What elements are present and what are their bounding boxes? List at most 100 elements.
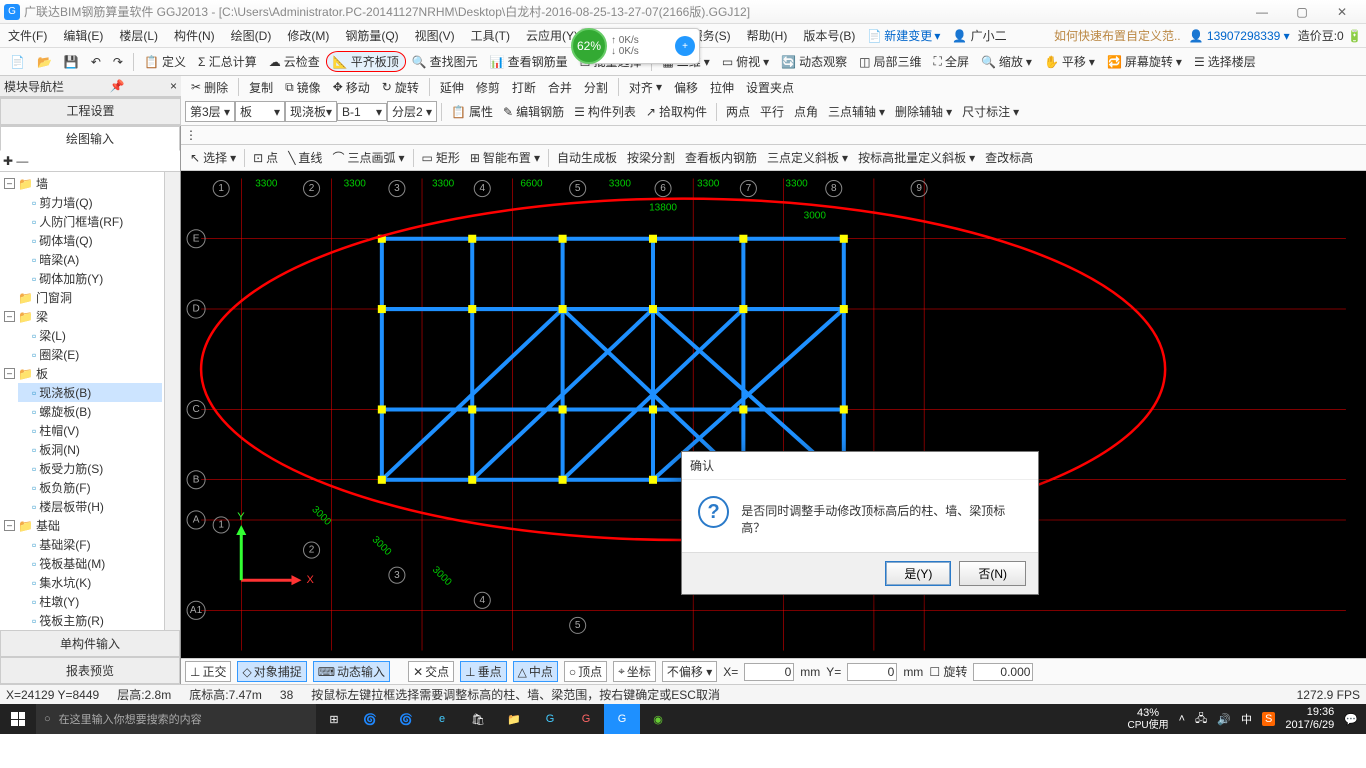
component-tree[interactable]: –📁墙▫剪力墙(Q)▫人防门框墙(RF)▫砌体墙(Q)▫暗梁(A)▫砌体加筋(Y… xyxy=(0,172,164,630)
tree-folder-beam[interactable]: –📁梁 xyxy=(4,307,162,326)
collapse-all-icon[interactable]: — xyxy=(16,154,28,168)
nav-pin-icon[interactable]: 📌 xyxy=(110,79,125,93)
tb-browser[interactable]: ◉ xyxy=(640,704,676,734)
tb-explorer[interactable]: 📁 xyxy=(496,704,532,734)
view-top-button[interactable]: ▭ 俯视 ▾ xyxy=(716,50,775,73)
user-gxe[interactable]: 👤 广小二 xyxy=(948,25,1010,46)
tray-network-icon[interactable]: 🖧 xyxy=(1195,710,1207,729)
nav-close-icon[interactable]: × xyxy=(170,79,177,93)
maximize-button[interactable]: ▢ xyxy=(1282,2,1322,22)
tree-item[interactable]: ▫板受力筋(S) xyxy=(18,459,162,478)
redo-button[interactable]: ↷ xyxy=(107,52,129,72)
open-button[interactable]: 📂 xyxy=(31,52,58,72)
close-button[interactable]: ✕ xyxy=(1322,2,1362,22)
offset-mode-select[interactable]: 不偏移 ▾ xyxy=(662,661,717,682)
trim-button[interactable]: 修剪 xyxy=(470,76,506,98)
autogen-slab-button[interactable]: 自动生成板 xyxy=(552,147,622,168)
tb-store[interactable]: 🛍 xyxy=(460,704,496,734)
break-button[interactable]: 打断 xyxy=(506,76,542,98)
copy-button[interactable]: 复制 xyxy=(243,76,279,98)
zoom-button[interactable]: 🔍 缩放 ▾ xyxy=(975,50,1038,73)
tree-item[interactable]: ▫人防门框墙(RF) xyxy=(18,212,162,231)
select-floor-button[interactable]: ☰ 选择楼层 xyxy=(1188,50,1262,73)
aux-parallel-button[interactable]: 平行 xyxy=(755,101,789,122)
tree-item[interactable]: ▫基础梁(F) xyxy=(18,535,162,554)
select-tool[interactable]: ↖ 选择 ▾ xyxy=(185,147,241,168)
tree-item[interactable]: ▫板洞(N) xyxy=(18,440,162,459)
snap-perpendicular[interactable]: ⊥ 垂点 xyxy=(460,661,506,682)
sum-button[interactable]: Σ 汇总计算 xyxy=(192,50,263,73)
tree-item[interactable]: ▫板负筋(F) xyxy=(18,478,162,497)
local-3d-button[interactable]: ◫ 局部三维 xyxy=(853,50,927,73)
ortho-toggle[interactable]: ⊥ 正交 xyxy=(185,661,231,682)
slope-3pt-button[interactable]: 三点定义斜板 ▾ xyxy=(762,147,853,168)
osnap-toggle[interactable]: ◇ 对象捕捉 xyxy=(237,661,306,682)
align-button[interactable]: 对齐 ▾ xyxy=(623,76,668,98)
tree-item[interactable]: ▫螺旋板(B) xyxy=(18,402,162,421)
tab-project-settings[interactable]: 工程设置 xyxy=(0,98,181,125)
floor-select[interactable]: 第3层▾ xyxy=(185,101,235,122)
tray-clock[interactable]: 19:36 2017/6/29 xyxy=(1285,706,1334,732)
tb-ggj[interactable]: G xyxy=(604,704,640,734)
cloud-check-button[interactable]: ☁ 云检查 xyxy=(263,50,326,73)
aux-delete-button[interactable]: 删除辅轴 ▾ xyxy=(890,101,957,122)
tb-app-3[interactable]: G xyxy=(532,704,568,734)
menu-file[interactable]: 文件(F) xyxy=(4,25,51,46)
menu-view[interactable]: 视图(V) xyxy=(411,25,459,46)
netspeed-widget[interactable]: 62% ↑ 0K/s ↓ 0K/s + xyxy=(580,28,700,64)
tree-item[interactable]: ▫砌体墙(Q) xyxy=(18,231,162,250)
undo-button[interactable]: ↶ xyxy=(85,52,107,72)
merge-button[interactable]: 合并 xyxy=(542,76,578,98)
menu-help[interactable]: 帮助(H) xyxy=(743,25,792,46)
pan-button[interactable]: ✋ 平移 ▾ xyxy=(1038,50,1101,73)
snap-vertex[interactable]: ○ 顶点 xyxy=(564,661,607,682)
view-slab-rebar-button[interactable]: 查看板内钢筋 xyxy=(680,147,762,168)
tree-item[interactable]: ▫剪力墙(Q) xyxy=(18,193,162,212)
split-by-beam-button[interactable]: 按梁分割 xyxy=(622,147,680,168)
find-element-button[interactable]: 🔍 查找图元 xyxy=(406,50,484,73)
tray-ime[interactable]: 中 xyxy=(1241,711,1252,727)
tree-item[interactable]: ▫楼层板带(H) xyxy=(18,497,162,516)
menu-edit[interactable]: 编辑(E) xyxy=(59,25,107,46)
minimize-button[interactable]: — xyxy=(1242,2,1282,22)
delete-button[interactable]: ✂ 删除 xyxy=(185,76,234,98)
drawing-canvas[interactable]: X Y EDCBAA111223344556789330033003300660… xyxy=(181,171,1366,658)
tb-edge[interactable]: e xyxy=(424,704,460,734)
canvas-toolstrip-handle[interactable]: ⋮ xyxy=(185,128,197,142)
menu-component[interactable]: 构件(N) xyxy=(170,25,219,46)
expand-all-icon[interactable]: ✚ xyxy=(3,154,13,168)
properties-button[interactable]: 📋 属性 xyxy=(446,101,498,122)
tree-item[interactable]: ▫柱帽(V) xyxy=(18,421,162,440)
align-slab-top-button[interactable]: 📐 平齐板顶 xyxy=(326,51,406,72)
menu-floor[interactable]: 楼层(L) xyxy=(115,25,162,46)
tray-sogou-icon[interactable]: S xyxy=(1262,712,1275,726)
tray-up-icon[interactable]: ˄ xyxy=(1179,713,1185,725)
point-tool[interactable]: ⊡ 点 xyxy=(248,147,283,168)
pick-component-button[interactable]: ↗ 拾取构件 xyxy=(641,101,712,122)
dialog-no-button[interactable]: 否(N) xyxy=(959,561,1026,586)
rotate-checkbox[interactable]: ☐ 旋转 xyxy=(929,663,967,680)
tray-notifications-icon[interactable]: 💬 xyxy=(1344,713,1358,726)
check-elevation-button[interactable]: 查改标高 xyxy=(980,147,1038,168)
mirror-button[interactable]: ⧉ 镜像 xyxy=(279,76,327,98)
tree-item[interactable]: ▫现浇板(B) xyxy=(18,383,162,402)
new-change-button[interactable]: 📄 新建变更 ▾ xyxy=(867,27,940,44)
layer-select[interactable]: 分层2▾ xyxy=(387,101,437,122)
start-button[interactable] xyxy=(0,704,36,734)
orbit-button[interactable]: 🔄 动态观察 xyxy=(775,50,853,73)
new-button[interactable]: 📄 xyxy=(4,52,31,72)
dialog-yes-button[interactable]: 是(Y) xyxy=(885,561,951,586)
tb-app-4[interactable]: G xyxy=(568,704,604,734)
tab-report-preview[interactable]: 报表预览 xyxy=(0,657,180,684)
component-list-button[interactable]: ☰ 构件列表 xyxy=(569,101,641,122)
save-button[interactable]: 💾 xyxy=(58,52,85,72)
tree-folder-opening[interactable]: 📁门窗洞 xyxy=(4,288,162,307)
tree-folder-slab[interactable]: –📁板 xyxy=(4,364,162,383)
tree-item[interactable]: ▫暗梁(A) xyxy=(18,250,162,269)
snap-coord[interactable]: ⌖ 坐标 xyxy=(613,661,656,682)
split-button[interactable]: 分割 xyxy=(578,76,614,98)
view-rebar-button[interactable]: 📊 查看钢筋量 xyxy=(484,50,574,73)
rect-tool[interactable]: ▭ 矩形 xyxy=(417,147,465,168)
tree-item[interactable]: ▫砌体加筋(Y) xyxy=(18,269,162,288)
offset-button[interactable]: 偏移 xyxy=(668,76,704,98)
